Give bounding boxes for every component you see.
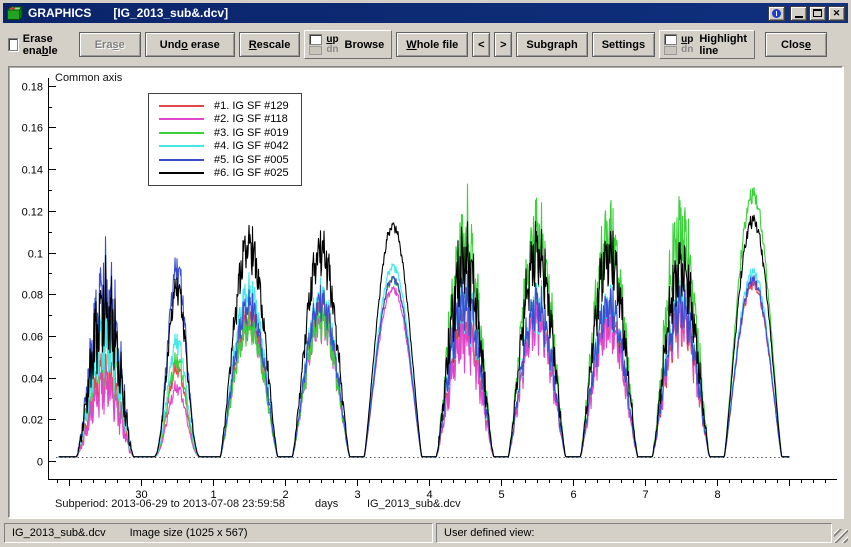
legend-label: #1. IG SF #129 — [214, 100, 289, 112]
maximize-button[interactable] — [809, 6, 826, 21]
legend-item: #2. IG SF #118 — [159, 113, 289, 127]
legend-item: #3. IG SF #019 — [159, 126, 289, 140]
legend-item: #5. IG SF #005 — [159, 153, 289, 167]
common-axis-label: Common axis — [55, 72, 122, 84]
chart-canvas[interactable] — [10, 68, 843, 518]
legend-label: #3. IG SF #019 — [214, 127, 289, 139]
chart-filename-label: IG_2013_sub&.dcv — [367, 498, 461, 510]
minimize-icon — [795, 16, 803, 18]
minimize-button[interactable] — [790, 6, 807, 21]
highlight-line-label: Highlight line — [699, 33, 747, 57]
window-title-app: GRAPHICS — [28, 6, 91, 20]
legend: #1. IG SF #129#2. IG SF #118 #3. IG SF #0… — [148, 93, 302, 186]
legend-label: #5. IG SF #005 — [214, 154, 289, 166]
highlight-dn-label: dn — [681, 45, 693, 55]
legend-item: #6. IG SF #025 — [159, 167, 289, 181]
maximize-icon — [813, 9, 822, 17]
status-panel-file: IG_2013_sub&.dcv Image size (1025 x 567) — [4, 523, 433, 543]
erase-enable-checkbox[interactable] — [8, 38, 18, 51]
browse-group: up dn Browse — [304, 30, 392, 59]
close-window-button[interactable]: ✕ — [828, 6, 845, 21]
close-button[interactable]: Close — [765, 32, 827, 57]
highlight-dn-box[interactable] — [664, 46, 677, 55]
chart-panel: Common axis #1. IG SF #129#2. IG SF #118… — [8, 66, 843, 518]
legend-line-swatch — [159, 159, 204, 161]
settings-button[interactable]: Settings — [592, 32, 655, 57]
title-bar[interactable]: GRAPHICS [IG_2013_sub&.dcv] ✕ — [3, 3, 848, 23]
info-icon — [772, 9, 781, 18]
rescale-button[interactable]: Rescale — [239, 32, 301, 57]
legend-item: #4. IG SF #042 — [159, 140, 289, 154]
next-button[interactable]: > — [494, 32, 512, 57]
status-bar: IG_2013_sub&.dcv Image size (1025 x 567)… — [3, 521, 848, 544]
subperiod-label: Subperiod: 2013-06-29 to 2013-07-08 23:5… — [55, 498, 285, 510]
app-icon — [6, 6, 23, 21]
status-panel-view: User defined view: — [436, 523, 832, 543]
legend-line-swatch — [159, 145, 204, 147]
resize-grip[interactable] — [834, 529, 848, 543]
highlight-line-group: up dn Highlight line — [659, 30, 755, 59]
legend-line-swatch — [159, 105, 204, 107]
status-view-label: User defined view: — [444, 527, 535, 539]
whole-file-button[interactable]: Whole file — [396, 32, 468, 57]
toolbar: Erase enable Erase Undo erase Rescale up… — [3, 23, 848, 66]
undo-erase-button[interactable]: Undo erase — [145, 32, 235, 57]
x-axis-unit-label: days — [315, 498, 338, 510]
info-button[interactable] — [768, 6, 785, 21]
legend-line-swatch — [159, 172, 204, 174]
legend-item: #1. IG SF #129 — [159, 99, 289, 113]
status-image-size: Image size (1025 x 567) — [130, 527, 248, 539]
legend-line-swatch — [159, 132, 204, 134]
prev-button[interactable]: < — [472, 32, 490, 57]
browse-dn-box[interactable] — [309, 46, 322, 55]
browse-dn-label: dn — [326, 45, 338, 55]
browse-label: Browse — [345, 39, 385, 51]
status-filename: IG_2013_sub&.dcv — [12, 527, 106, 539]
legend-label: #6. IG SF #025 — [214, 167, 289, 179]
legend-line-swatch — [159, 118, 204, 120]
legend-label: #2. IG SF #118 — [214, 113, 288, 125]
highlight-up-box[interactable] — [664, 34, 677, 45]
window-title-document: [IG_2013_sub&.dcv] — [113, 6, 228, 20]
legend-label: #4. IG SF #042 — [214, 140, 289, 152]
browse-up-label: up — [326, 35, 338, 45]
subgraph-button[interactable]: Subgraph — [516, 32, 587, 57]
highlight-up-label: up — [681, 35, 693, 45]
erase-button[interactable]: Erase — [79, 32, 141, 57]
graphics-window: GRAPHICS [IG_2013_sub&.dcv] ✕ Erase enab… — [0, 0, 851, 547]
erase-enable-label: Erase enable — [23, 33, 71, 57]
browse-up-box[interactable] — [309, 34, 322, 45]
